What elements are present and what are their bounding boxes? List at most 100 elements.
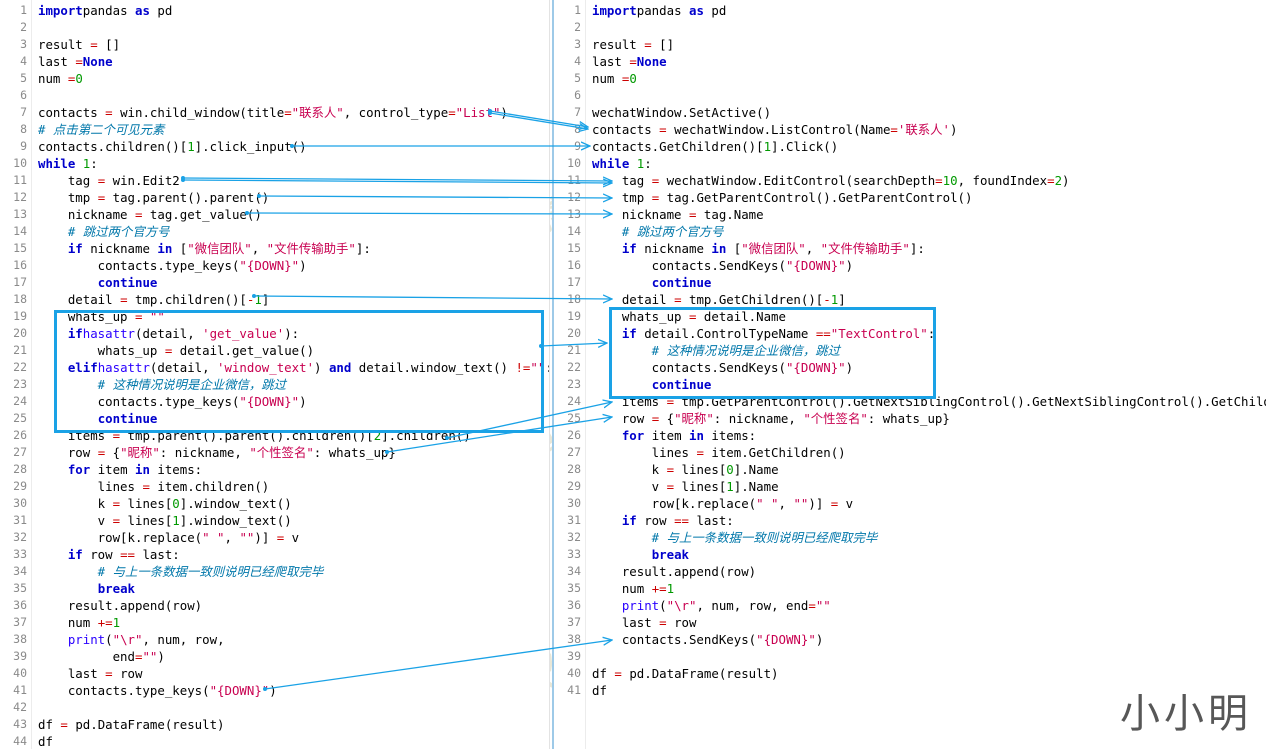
code-text: contacts.SendKeys("{DOWN}") [592,257,853,274]
right-code-line: 25 row = {"昵称": nickname, "个性签名": whats_… [554,410,1266,427]
left-code-line: 42 [0,699,549,716]
line-number: 12 [13,190,27,204]
code-token: row [82,547,121,562]
code-token: contacts.type_keys( [38,258,240,273]
code-text: detail = tmp.children()[-1] [38,291,269,308]
code-text: num +=1 [592,580,674,597]
code-token: 0 [629,71,637,86]
code-token: ) [815,632,824,647]
code-token: last: [135,547,180,562]
code-token: ].Name [733,462,779,477]
code-text: # 跳过两个官方号 [592,223,724,240]
code-token: = [666,462,675,477]
code-text: break [38,580,135,597]
code-token: = [666,479,675,494]
code-token: = [284,105,292,120]
line-number: 13 [13,207,27,221]
code-token: contacts [38,105,106,120]
line-number: 36 [13,598,27,612]
code-token: num [38,615,98,630]
code-token: "" [239,530,255,545]
left-code-line: 6 [0,87,549,104]
code-token: ) [269,683,277,698]
code-token: contacts.children()[ [38,139,188,154]
code-token: result.append(row) [38,598,203,613]
code-token: "联系人" [291,105,344,120]
code-token: row [38,445,98,460]
code-token: None [82,54,113,69]
right-code-line: 31 if row == last: [554,512,1266,529]
line-number: 24 [567,394,581,408]
code-token: 1 [172,513,180,528]
code-text: k = lines[0].Name [592,461,779,478]
code-token: = [659,615,667,630]
line-number: 27 [567,445,581,459]
line-number: 25 [13,411,27,425]
right-code-line: 11 tag = wechatWindow.EditControl(search… [554,172,1266,189]
code-token: break [97,581,135,596]
code-token: lines[ [120,513,173,528]
code-token: tag [38,173,98,188]
code-token: # 与上一条数据一致则说明已经爬取完毕 [38,564,324,579]
code-text: # 与上一条数据一致则说明已经爬取完毕 [592,529,878,546]
author-signature: 小小明 [1120,691,1252,737]
code-token: for [621,428,645,443]
code-token: as [134,3,150,18]
left-code-line: 7 contacts = win.child_window(title="联系人"… [0,104,549,121]
code-token: tmp.GetChildren()[ [681,292,824,307]
code-text: print("\r", num, row, [38,631,225,648]
code-text: while 1: [38,155,98,172]
code-token: pd [149,3,173,18]
code-token: ]: [909,241,925,256]
right-code-line: 30 row[k.replace(" ", "")] = v [554,495,1266,512]
left-code-line: 33 if row == last: [0,546,549,563]
code-token: : [545,360,549,375]
code-token: = [105,666,113,681]
code-token: += [97,615,113,630]
line-number: 30 [13,496,27,510]
right-code-line: 15 if nickname in ["微信团队", "文件传输助手"]: [554,240,1266,257]
code-text: result = [] [38,36,120,53]
line-number: 7 [20,105,27,119]
line-number: 6 [574,88,581,102]
line-number: 23 [13,377,27,391]
code-token: = [112,513,121,528]
line-number: 31 [567,513,581,527]
left-code-line: 18 detail = tmp.children()[-1] [0,291,549,308]
code-token: ].Click() [771,139,839,154]
line-number: 28 [13,462,27,476]
line-number: 24 [13,394,27,408]
right-code-line: 38 contacts.SendKeys("{DOWN}") [554,631,1266,648]
code-text: contacts = wechatWindow.ListControl(Name… [592,121,957,138]
line-number: 22 [567,360,581,374]
code-token: df [38,717,61,732]
code-token: import [38,3,83,18]
code-token: pd [703,3,727,18]
code-token: = [659,122,667,137]
code-text: lines = item.GetChildren() [592,444,846,461]
code-token: "个性签名" [803,411,868,426]
code-text: wechatWindow.SetActive() [592,104,771,121]
code-token: - [823,292,831,307]
code-text: tag = wechatWindow.EditControl(searchDep… [592,172,1070,189]
line-number: 33 [567,547,581,561]
code-token: while [38,156,76,171]
code-token: result [592,37,645,52]
left-code-line: 9 contacts.children()[1].click_input() [0,138,549,155]
left-code-line: 34 # 与上一条数据一致则说明已经爬取完毕 [0,563,549,580]
left-highlight-box [54,310,544,433]
right-code-line: 28 k = lines[0].Name [554,461,1266,478]
right-code-line: 9 contacts.GetChildren()[1].Click() [554,138,1266,155]
code-token: row [636,513,675,528]
code-token: 0 [75,71,83,86]
code-token: ].click_input() [194,139,307,154]
code-token: = [1047,173,1055,188]
code-token: 10 [942,173,958,188]
code-token: , [778,496,794,511]
left-code-line: 8 # 点击第二个可见元素 [0,121,549,138]
code-token: nickname [38,207,135,222]
